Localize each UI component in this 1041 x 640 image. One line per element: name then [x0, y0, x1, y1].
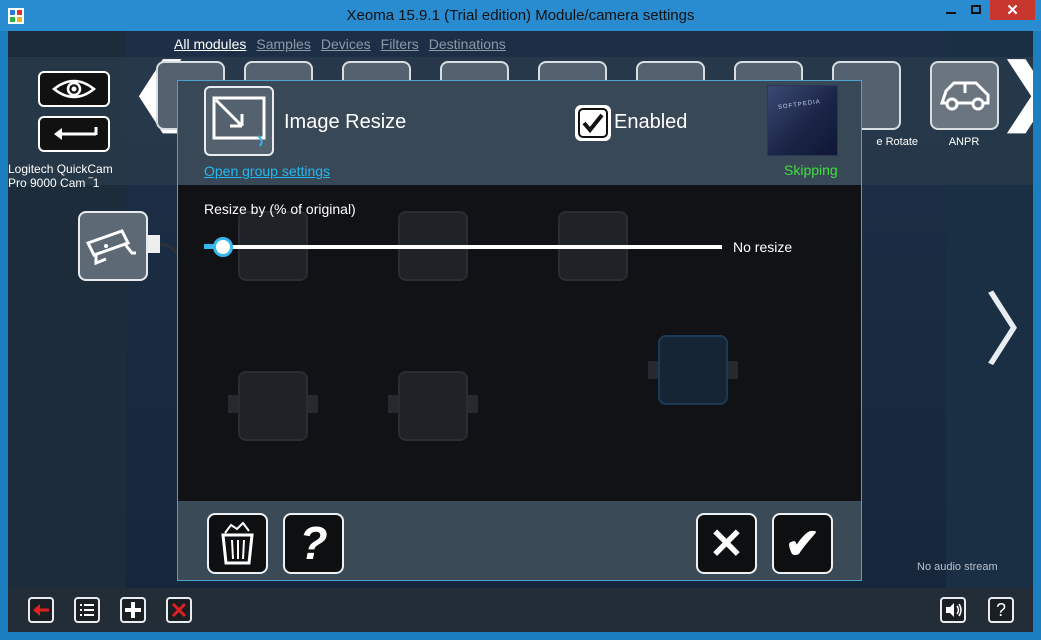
module-settings-dialog: Image Resize Enabled SOFTPEDIA Open grou…	[177, 80, 862, 581]
speaker-icon	[946, 603, 962, 617]
background-port	[228, 395, 238, 413]
bottom-toolbar: ?	[8, 588, 1033, 632]
background-module	[398, 371, 468, 441]
background-port	[308, 395, 318, 413]
eye-icon	[51, 79, 97, 99]
tab-all-modules[interactable]: All modules	[174, 36, 246, 52]
category-tabs: All modules Samples Devices Filters Dest…	[174, 36, 506, 52]
background-port	[648, 361, 658, 379]
list-icon	[80, 604, 94, 616]
preview-status: Skipping	[784, 162, 838, 178]
close-icon: ✕	[1006, 2, 1019, 19]
background-port	[728, 361, 738, 379]
camera-icon	[85, 229, 136, 266]
enabled-label: Enabled	[614, 111, 688, 133]
canvas-next-chevron[interactable]: 〉	[984, 291, 1033, 371]
background-port	[468, 395, 478, 413]
exit-arrow-icon	[33, 604, 49, 616]
back-button[interactable]	[38, 116, 110, 152]
preview-button[interactable]	[38, 71, 110, 107]
strip-next-arrow[interactable]: ❯	[998, 55, 1033, 127]
resize-slider-thumb[interactable]	[213, 237, 233, 257]
title-bar: Xeoma 15.9.1 (Trial edition) Module/came…	[0, 0, 1041, 31]
checkmark-icon	[578, 108, 608, 138]
resize-slider-track[interactable]	[208, 245, 722, 249]
tab-samples[interactable]: Samples	[256, 36, 310, 52]
enabled-checkbox[interactable]	[575, 105, 611, 141]
tab-destinations[interactable]: Destinations	[429, 36, 506, 52]
dialog-settings-body: Resize by (% of original) No resize	[178, 185, 861, 501]
close-window-button[interactable]: ✕	[990, 0, 1035, 20]
dialog-header: Image Resize Enabled SOFTPEDIA Open grou…	[178, 81, 861, 185]
help-button[interactable]: ?	[283, 513, 344, 574]
delete-module-button[interactable]	[207, 513, 268, 574]
camera-preview-thumbnail: SOFTPEDIA	[767, 85, 838, 156]
confirm-button[interactable]: ✔	[772, 513, 833, 574]
help-toolbar-button[interactable]: ?	[988, 597, 1014, 623]
resize-setting-label: Resize by (% of original)	[204, 201, 356, 217]
background-port	[388, 395, 398, 413]
dialog-footer: ? ✕ ✔	[178, 501, 861, 580]
add-button[interactable]	[120, 597, 146, 623]
camera-module[interactable]	[78, 211, 148, 281]
back-arrow-icon	[54, 127, 98, 140]
module-icon-box	[204, 86, 274, 156]
plus-icon	[125, 602, 141, 618]
trash-icon	[221, 521, 254, 565]
cancel-button[interactable]: ✕	[696, 513, 757, 574]
exit-button[interactable]	[28, 597, 54, 623]
background-module	[658, 335, 728, 405]
module-title: Image Resize	[284, 111, 407, 133]
open-group-settings-link[interactable]: Open group settings	[204, 163, 330, 179]
audio-status: No audio stream	[917, 561, 998, 573]
minimize-button[interactable]	[938, 0, 964, 20]
window-title: Xeoma 15.9.1 (Trial edition) Module/came…	[346, 7, 695, 24]
camera-name-label: Logitech QuickCam Pro 9000 Cam ‾1	[8, 162, 113, 190]
resize-slider-value: No resize	[733, 239, 793, 255]
strip-module-anpr[interactable]	[930, 61, 999, 130]
image-resize-icon	[212, 96, 266, 147]
car-icon	[939, 81, 990, 111]
tab-devices[interactable]: Devices	[321, 36, 371, 52]
strip-module-label: ANPR	[948, 136, 980, 148]
background-module	[238, 371, 308, 441]
minimize-icon	[946, 12, 956, 14]
maximize-button[interactable]	[964, 0, 989, 20]
sound-button[interactable]	[940, 597, 966, 623]
remove-button[interactable]	[166, 597, 192, 623]
remove-x-icon	[171, 602, 187, 618]
tab-filters[interactable]: Filters	[381, 36, 419, 52]
preview-caption: SOFTPEDIA	[777, 99, 822, 111]
maximize-icon	[971, 5, 981, 14]
list-button[interactable]	[74, 597, 100, 623]
